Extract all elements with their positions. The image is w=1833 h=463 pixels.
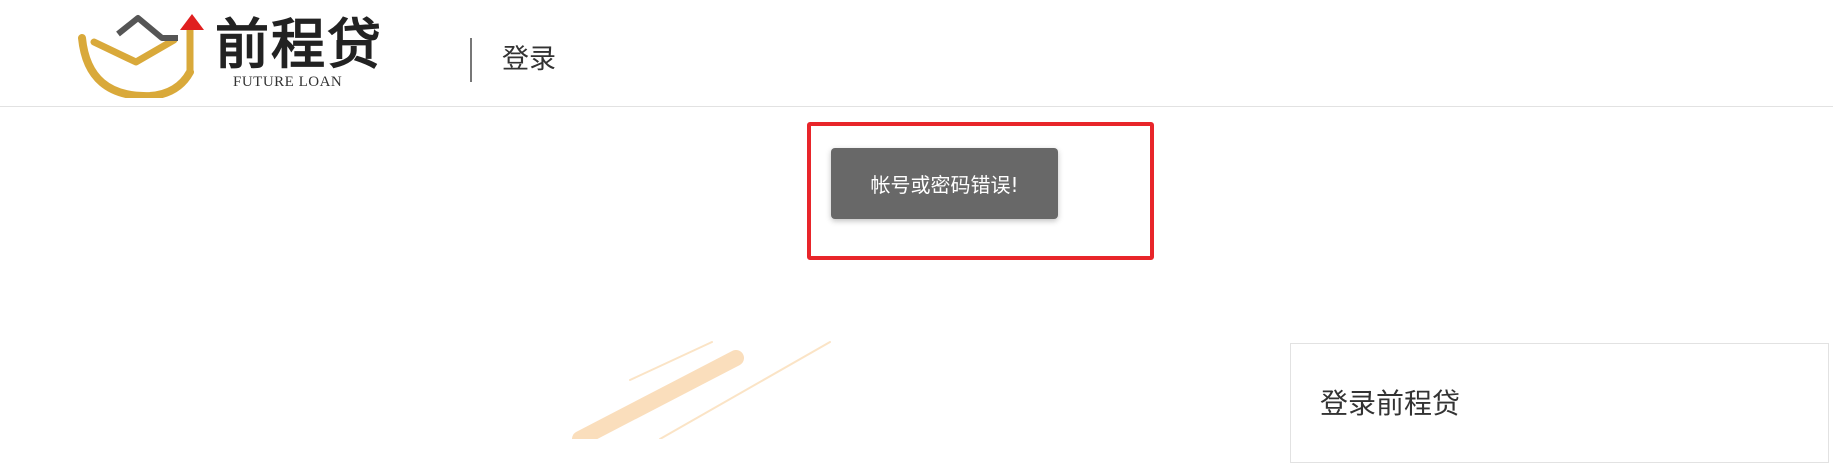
login-card: 登录前程贷 — [1290, 343, 1829, 463]
error-toast: 帐号或密码错误! — [831, 148, 1058, 219]
page-title: 登录 — [502, 44, 556, 75]
logo-subtitle: FUTURE LOAN — [233, 74, 343, 90]
header-divider — [470, 38, 472, 82]
error-toast-message: 帐号或密码错误! — [870, 173, 1019, 197]
logo-mark-icon — [78, 14, 204, 98]
top-header: 前程贷 FUTURE LOAN 登录 — [0, 0, 1833, 107]
login-card-title: 登录前程贷 — [1320, 387, 1461, 420]
background-decoration — [572, 341, 831, 439]
logo-title: 前程贷 — [215, 13, 383, 76]
brand-logo[interactable]: 前程贷 FUTURE LOAN — [78, 8, 418, 98]
